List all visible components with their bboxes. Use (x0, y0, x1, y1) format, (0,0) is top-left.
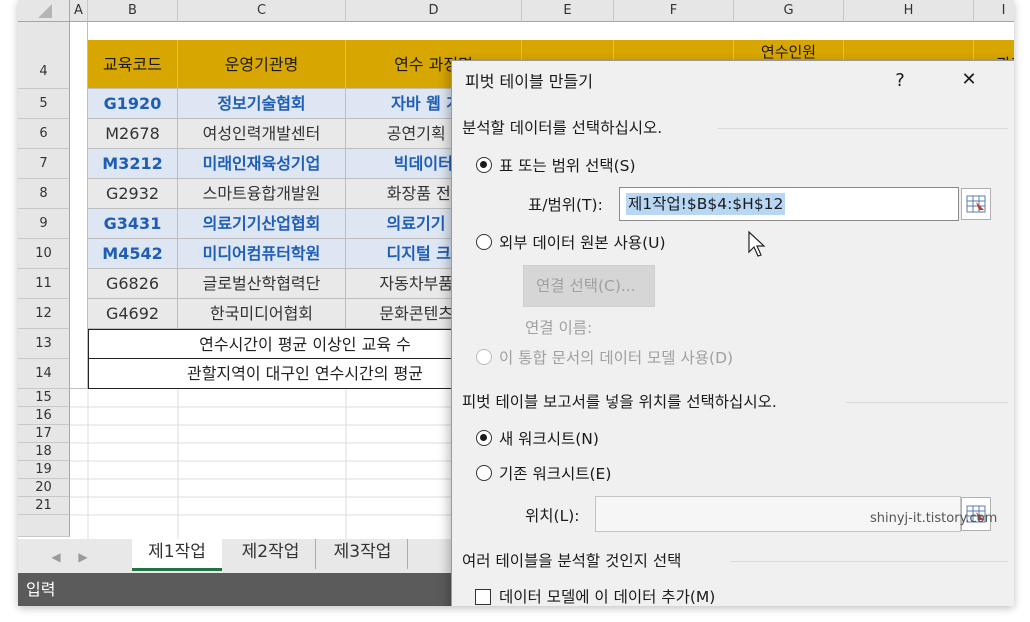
radio-data-model[interactable] (476, 349, 492, 365)
cell-code-g4692[interactable]: G4692 (88, 299, 178, 329)
select-all-triangle-icon (38, 4, 52, 18)
column-header-c[interactable]: C (178, 0, 346, 22)
section-choose-location: 피벗 테이블 보고서를 넣을 위치를 선택하십시오. (462, 393, 777, 411)
cell-institution[interactable]: 미래인재육성기업 (178, 149, 346, 179)
location-label: 위치(L): (525, 507, 580, 525)
cell-code-m2678[interactable]: M2678 (88, 119, 178, 149)
row-header-9[interactable]: 9 (18, 209, 70, 239)
status-mode: 입력 (26, 580, 56, 599)
sheet-tab-3[interactable]: 제3작업 (318, 539, 408, 569)
tab-scroll-right-icon[interactable]: ▶ (73, 545, 93, 569)
row-header-16[interactable]: 16 (18, 407, 70, 425)
cell-code-m4542[interactable]: M4542 (88, 239, 178, 269)
column-header-b[interactable]: B (88, 0, 178, 22)
range-collapse-button[interactable] (961, 188, 991, 220)
range-label: 표/범위(T): (528, 196, 603, 214)
row-header-10[interactable]: 10 (18, 239, 70, 269)
cell-code-m3212[interactable]: M3212 (88, 149, 178, 179)
checkbox-add-to-model-label[interactable]: 데이터 모델에 이 데이터 추가(M) (499, 586, 715, 606)
help-button[interactable]: ? (888, 68, 912, 94)
row-header-13[interactable]: 13 (18, 329, 70, 359)
section-divider (730, 561, 1008, 562)
cell-code-g3431[interactable]: G3431 (88, 209, 178, 239)
column-header-i[interactable]: I (974, 0, 1014, 22)
row-header-18[interactable]: 18 (18, 443, 70, 461)
row-header-17[interactable]: 17 (18, 425, 70, 443)
column-a-cells[interactable] (70, 22, 88, 389)
row-header-19[interactable]: 19 (18, 461, 70, 479)
row-header-5[interactable]: 5 (18, 89, 70, 119)
sheet-tab-1[interactable]: 제1작업 (132, 539, 222, 571)
cell-institution[interactable]: 글로벌산학협력단 (178, 269, 346, 299)
header-institution[interactable]: 운영기관명 (178, 40, 346, 89)
row-header-11[interactable]: 11 (18, 269, 70, 299)
column-header-h[interactable]: H (844, 0, 974, 22)
close-icon[interactable]: ✕ (954, 66, 984, 94)
radio-external-source-label[interactable]: 외부 데이터 원본 사용(U) (499, 232, 666, 254)
checkbox-add-to-model[interactable] (475, 589, 491, 605)
radio-data-model-label[interactable]: 이 통합 문서의 데이터 모델 사용(D) (499, 347, 733, 369)
row-header-6[interactable]: 6 (18, 119, 70, 149)
radio-new-worksheet[interactable] (476, 430, 492, 446)
row-header-22 (18, 515, 70, 537)
cell-code-g2932[interactable]: G2932 (88, 179, 178, 209)
cell-institution[interactable]: 여성인력개발센터 (178, 119, 346, 149)
cell-institution[interactable]: 스마트융합개발원 (178, 179, 346, 209)
row-header-7[interactable]: 7 (18, 149, 70, 179)
section-choose-data: 분석할 데이터를 선택하십시오. (462, 119, 663, 137)
row-header-4[interactable]: 4 (18, 22, 70, 89)
column-header-a[interactable]: A (70, 0, 88, 22)
cell-code-g6826[interactable]: G6826 (88, 269, 178, 299)
cell-institution[interactable]: 의료기기산업협회 (178, 209, 346, 239)
column-header-e[interactable]: E (522, 0, 614, 22)
header-edu-code[interactable]: 교육코드 (88, 40, 178, 89)
section-multiple-tables: 여러 테이블을 분석할 것인지 선택 (462, 552, 682, 570)
watermark: shinyj-it.tistory.com (870, 511, 998, 526)
section-divider (718, 128, 1008, 129)
column-header-g[interactable]: G (734, 0, 844, 22)
row-header-8[interactable]: 8 (18, 179, 70, 209)
radio-external-source[interactable] (476, 234, 492, 250)
mouse-cursor-icon (748, 230, 766, 257)
row-header-15[interactable]: 15 (18, 389, 70, 407)
dialog-title: 피벗 테이블 만들기 (465, 72, 593, 91)
range-input-value: 제1작업!$B$4:$H$12 (626, 193, 786, 215)
cell-institution[interactable]: 정보기술협회 (178, 89, 346, 119)
connection-name-label: 연결 이름: (525, 319, 593, 337)
radio-existing-worksheet[interactable] (476, 465, 492, 481)
radio-new-worksheet-label[interactable]: 새 워크시트(N) (499, 428, 599, 450)
column-header-f[interactable]: F (614, 0, 734, 22)
column-header-d[interactable]: D (346, 0, 522, 22)
cell-institution[interactable]: 한국미디어협회 (178, 299, 346, 329)
tab-scroll-left-icon[interactable]: ◀ (46, 545, 66, 569)
row-header-20[interactable]: 20 (18, 479, 70, 497)
radio-table-range[interactable] (476, 157, 492, 173)
sheet-tab-2[interactable]: 제2작업 (226, 539, 316, 569)
row-header-21[interactable]: 21 (18, 497, 70, 515)
row-header-12[interactable]: 12 (18, 299, 70, 329)
section-divider (846, 402, 1008, 403)
excel-window: A B C D E F G H I 4 5 6 7 8 9 10 11 12 1… (18, 0, 1014, 606)
select-all-button[interactable] (18, 0, 70, 22)
choose-connection-label: 연결 선택(C)... (536, 277, 636, 295)
cell-code-g1920[interactable]: G1920 (88, 89, 178, 119)
range-select-icon (966, 195, 986, 213)
radio-table-range-label[interactable]: 표 또는 범위 선택(S) (499, 155, 636, 177)
radio-existing-worksheet-label[interactable]: 기존 워크시트(E) (499, 463, 611, 485)
cell-institution[interactable]: 미디어컴퓨터학원 (178, 239, 346, 269)
row-header-14[interactable]: 14 (18, 359, 70, 389)
